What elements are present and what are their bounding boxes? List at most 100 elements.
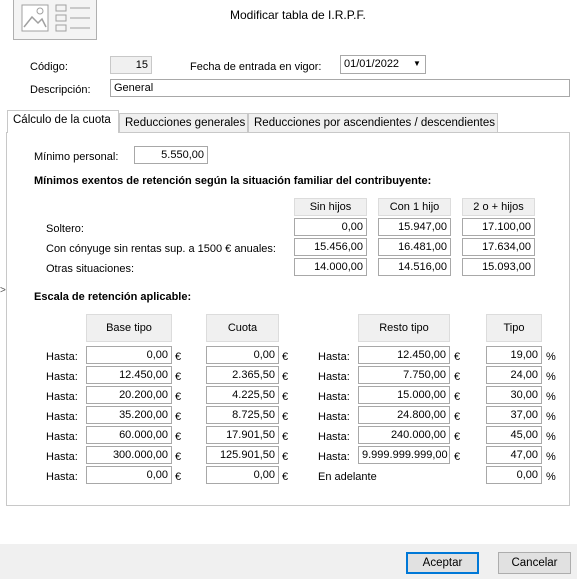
escala-col-tipo: Tipo <box>486 314 542 342</box>
escala-base-cell[interactable]: 0,00 <box>86 466 172 484</box>
tab-reducciones-generales[interactable]: Reducciones generales <box>119 113 248 133</box>
escala-cuota-cell[interactable]: 0,00 <box>206 346 279 364</box>
escala-percent-unit: % <box>546 371 556 383</box>
escala-tipo-cell[interactable]: 30,00 <box>486 386 542 404</box>
descripcion-input[interactable]: General <box>110 79 570 97</box>
cancel-button[interactable]: Cancelar <box>498 552 571 574</box>
minimo-personal-field[interactable]: 5.550,00 <box>134 146 208 164</box>
escala-hasta-label: Hasta: <box>46 411 78 423</box>
escala-hasta-label: Hasta: <box>318 451 350 463</box>
escala-cuota-cell[interactable]: 8.725,50 <box>206 406 279 424</box>
escala-resto-cell[interactable]: 24.800,00 <box>358 406 450 424</box>
escala-euro-unit: € <box>282 391 289 403</box>
exentos-cell[interactable]: 15.947,00 <box>378 218 451 236</box>
escala-euro-unit: € <box>175 391 182 403</box>
escala-title: Escala de retención aplicable: <box>34 291 192 303</box>
exentos-col-1-hijo: Con 1 hijo <box>378 198 451 216</box>
escala-percent-unit: % <box>546 431 556 443</box>
escala-hasta-label: Hasta: <box>318 351 350 363</box>
escala-hasta-label: Hasta: <box>46 451 78 463</box>
chevron-down-icon[interactable]: ▼ <box>411 56 423 72</box>
escala-euro-unit: € <box>282 431 289 443</box>
escala-hasta-label: Hasta: <box>46 371 78 383</box>
escala-resto-cell[interactable]: 15.000,00 <box>358 386 450 404</box>
escala-euro-unit: € <box>282 371 289 383</box>
escala-base-cell[interactable]: 12.450,00 <box>86 366 172 384</box>
escala-tipo-cell[interactable]: 19,00 <box>486 346 542 364</box>
minimo-personal-label: Mínimo personal: <box>34 151 119 163</box>
accept-button[interactable]: Aceptar <box>406 552 479 574</box>
escala-euro-unit: € <box>175 451 182 463</box>
escala-base-cell[interactable]: 20.200,00 <box>86 386 172 404</box>
escala-euro-unit: € <box>454 391 461 403</box>
escala-hasta-label: Hasta: <box>46 431 78 443</box>
escala-euro-unit: € <box>282 451 289 463</box>
form-image-icon <box>13 0 97 40</box>
escala-euro-unit: € <box>454 411 461 423</box>
exentos-cell[interactable]: 17.100,00 <box>462 218 535 236</box>
tab-reducciones-ascendientes[interactable]: Reducciones por ascendientes / descendie… <box>248 113 498 133</box>
escala-percent-unit: % <box>546 411 556 423</box>
escala-percent-unit: % <box>546 391 556 403</box>
chevron-right-icon[interactable]: > <box>0 284 6 298</box>
window-title: Modificar tabla de I.R.P.F. <box>230 8 366 22</box>
escala-euro-unit: € <box>454 431 461 443</box>
exentos-row-label: Con cónyuge sin rentas sup. a 1500 € anu… <box>46 243 276 255</box>
escala-percent-unit: % <box>546 451 556 463</box>
escala-euro-unit: € <box>282 471 289 483</box>
escala-cuota-cell[interactable]: 0,00 <box>206 466 279 484</box>
codigo-field[interactable]: 15 <box>110 56 152 74</box>
escala-col-cuota: Cuota <box>206 314 279 342</box>
escala-cuota-cell[interactable]: 17.901,50 <box>206 426 279 444</box>
codigo-label: Código: <box>30 61 68 73</box>
escala-resto-cell[interactable]: 240.000,00 <box>358 426 450 444</box>
escala-hasta-label: Hasta: <box>46 351 78 363</box>
exentos-cell[interactable]: 17.634,00 <box>462 238 535 256</box>
escala-base-cell[interactable]: 0,00 <box>86 346 172 364</box>
exentos-cell[interactable]: 16.481,00 <box>378 238 451 256</box>
escala-base-cell[interactable]: 300.000,00 <box>86 446 172 464</box>
tab-calculo-cuota[interactable]: Cálculo de la cuota <box>7 110 119 133</box>
escala-tipo-cell[interactable]: 0,00 <box>486 466 542 484</box>
escala-euro-unit: € <box>175 471 182 483</box>
exentos-title: Mínimos exentos de retención según la si… <box>34 175 432 187</box>
escala-resto-cell[interactable]: 12.450,00 <box>358 346 450 364</box>
fecha-label: Fecha de entrada en vigor: <box>190 61 322 73</box>
escala-tipo-cell[interactable]: 37,00 <box>486 406 542 424</box>
descripcion-label: Descripción: <box>30 84 91 96</box>
escala-resto-cell[interactable]: 7.750,00 <box>358 366 450 384</box>
escala-euro-unit: € <box>175 411 182 423</box>
exentos-cell[interactable]: 0,00 <box>294 218 367 236</box>
fecha-date-picker[interactable]: 01/01/2022 ▼ <box>340 55 426 74</box>
escala-hasta-label: Hasta: <box>318 391 350 403</box>
escala-hasta-label: Hasta: <box>46 391 78 403</box>
escala-hasta-label: Hasta: <box>318 431 350 443</box>
escala-col-base-tipo: Base tipo <box>86 314 172 342</box>
exentos-cell[interactable]: 15.093,00 <box>462 258 535 276</box>
escala-euro-unit: € <box>454 371 461 383</box>
dialog-footer <box>0 544 577 579</box>
exentos-cell[interactable]: 14.000,00 <box>294 258 367 276</box>
exentos-cell[interactable]: 15.456,00 <box>294 238 367 256</box>
escala-hasta-label: Hasta: <box>46 471 78 483</box>
escala-en-adelante-label: En adelante <box>318 471 377 483</box>
escala-cuota-cell[interactable]: 125.901,50 <box>206 446 279 464</box>
exentos-cell[interactable]: 14.516,00 <box>378 258 451 276</box>
escala-euro-unit: € <box>454 351 461 363</box>
escala-base-cell[interactable]: 35.200,00 <box>86 406 172 424</box>
exentos-col-2-hijos: 2 o + hijos <box>462 198 535 216</box>
fecha-value: 01/01/2022 <box>344 58 400 70</box>
escala-cuota-cell[interactable]: 2.365,50 <box>206 366 279 384</box>
escala-tipo-cell[interactable]: 45,00 <box>486 426 542 444</box>
escala-euro-unit: € <box>282 351 289 363</box>
escala-resto-cell[interactable]: 9.999.999.999,00 <box>358 446 450 464</box>
escala-cuota-cell[interactable]: 4.225,50 <box>206 386 279 404</box>
escala-hasta-label: Hasta: <box>318 371 350 383</box>
exentos-row-label: Soltero: <box>46 223 84 235</box>
escala-tipo-cell[interactable]: 24,00 <box>486 366 542 384</box>
escala-base-cell[interactable]: 60.000,00 <box>86 426 172 444</box>
escala-hasta-label: Hasta: <box>318 411 350 423</box>
escala-tipo-cell[interactable]: 47,00 <box>486 446 542 464</box>
exentos-row-label: Otras situaciones: <box>46 263 135 275</box>
escala-euro-unit: € <box>454 451 461 463</box>
